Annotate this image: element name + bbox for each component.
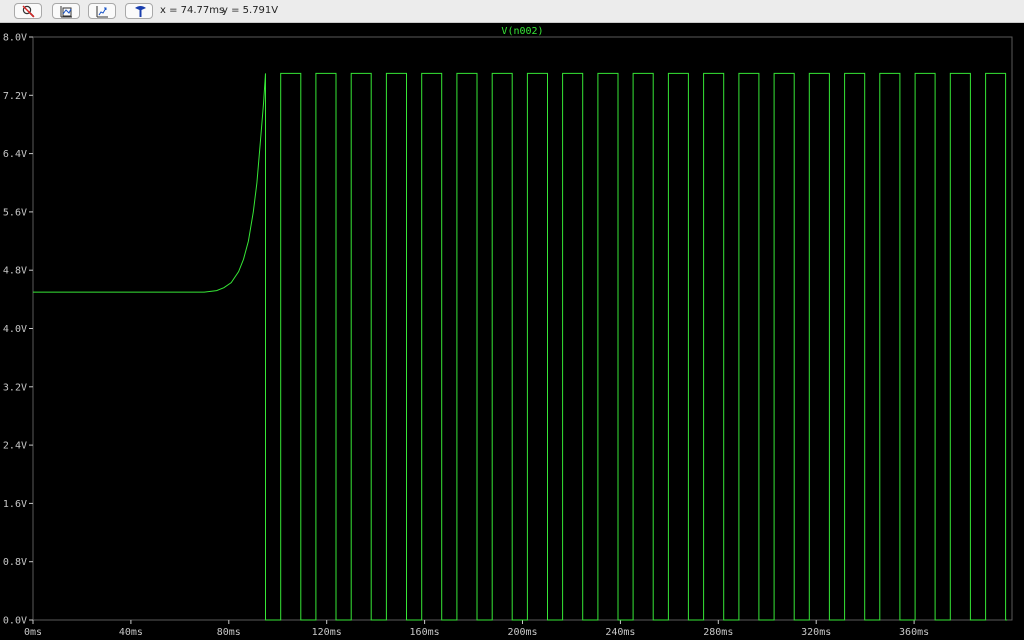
y-axis-ticks: 0.0V 0.8V 1.6V 2.4V 3.2V 4.0V 4.8V 5.6V 6.4V 7.2V… — [3, 33, 33, 627]
x-tick-label: 40ms — [119, 627, 143, 638]
pan-button[interactable] — [88, 3, 116, 19]
x-tick-label: 320ms — [801, 627, 831, 638]
x-tick-label: 200ms — [507, 627, 537, 638]
x-tick-label: 80ms — [217, 627, 241, 638]
probe-icon — [135, 6, 146, 17]
probe-button[interactable] — [125, 3, 153, 19]
y-tick-label: 2.4V — [3, 441, 27, 452]
cursor-y-readout: y = 5.791V — [222, 5, 279, 16]
pan-icon — [96, 6, 108, 18]
x-axis-ticks: 0ms 40ms 80ms 120ms 160ms 200ms 240ms 280ms 320m… — [24, 620, 929, 638]
x-tick-label: 240ms — [605, 627, 635, 638]
waveform-plot[interactable]: 0.0V 0.8V 1.6V 2.4V 3.2V 4.0V 4.8V 5.6V 6.4V 7.2V… — [0, 23, 1024, 640]
x-tick-label: 280ms — [703, 627, 733, 638]
toolbar: x = 74.77ms y = 5.791V — [0, 0, 1024, 23]
y-tick-label: 1.6V — [3, 499, 27, 510]
y-tick-label: 5.6V — [3, 207, 27, 218]
x-tick-label: 160ms — [410, 627, 440, 638]
trace-title[interactable]: V(n002) — [501, 26, 543, 37]
zoom-cancel-button[interactable] — [14, 3, 42, 19]
cursor-x-readout: x = 74.77ms — [160, 5, 225, 16]
x-tick-label: 0ms — [24, 627, 42, 638]
y-tick-label: 6.4V — [3, 149, 27, 160]
y-tick-label: 4.0V — [3, 324, 27, 335]
y-tick-label: 0.0V — [3, 616, 27, 627]
y-tick-label: 3.2V — [3, 382, 27, 393]
x-tick-label: 120ms — [312, 627, 342, 638]
y-tick-label: 8.0V — [3, 33, 27, 44]
y-tick-label: 7.2V — [3, 91, 27, 102]
autorange-icon — [60, 6, 72, 18]
x-tick-label: 360ms — [899, 627, 929, 638]
zoom-cancel-icon — [22, 5, 35, 18]
autorange-button[interactable] — [52, 3, 80, 19]
y-tick-label: 4.8V — [3, 266, 27, 277]
y-tick-label: 0.8V — [3, 557, 27, 568]
